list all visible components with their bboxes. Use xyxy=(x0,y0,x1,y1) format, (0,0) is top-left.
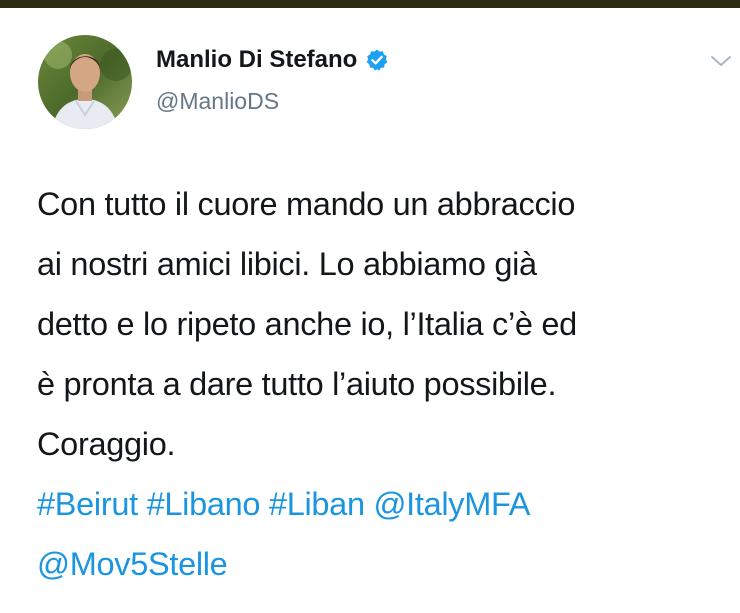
mention-link[interactable]: @Mov5Stelle xyxy=(37,546,228,582)
chevron-down-icon[interactable] xyxy=(708,52,734,70)
tweet-text: Con tutto il cuore mando un abbraccio ai… xyxy=(37,174,737,594)
avatar[interactable] xyxy=(38,35,132,129)
tweet-text-line: ai nostri amici libici. Lo abbiamo già xyxy=(37,246,537,282)
hashtag-link[interactable]: #Liban xyxy=(269,486,365,522)
author-display-name[interactable]: Manlio Di Stefano xyxy=(156,46,357,74)
tweet-entities-line: #Beirut #Libano #Liban @ItalyMFA xyxy=(37,474,737,534)
top-border-strip xyxy=(0,0,740,8)
tweet-text-line: detto e lo ripeto anche io, l’Italia c’è… xyxy=(37,306,577,342)
hashtag-link[interactable]: #Beirut xyxy=(37,486,138,522)
tweet-entities-line: @Mov5Stelle xyxy=(37,534,737,594)
mention-link[interactable]: @ItalyMFA xyxy=(373,486,530,522)
tweet-text-line: Coraggio. xyxy=(37,426,176,462)
author-handle[interactable]: @ManlioDS xyxy=(156,88,279,115)
author-display-name-row[interactable]: Manlio Di Stefano xyxy=(156,46,389,74)
verified-badge-icon xyxy=(367,49,388,71)
tweet-card: Manlio Di Stefano @ManlioDS Con tutto il… xyxy=(0,8,740,613)
hashtag-link[interactable]: #Libano xyxy=(147,486,261,522)
tweet-text-line: è pronta a dare tutto l’aiuto possibile. xyxy=(37,366,557,402)
tweet-text-line: Con tutto il cuore mando un abbraccio xyxy=(37,186,576,222)
